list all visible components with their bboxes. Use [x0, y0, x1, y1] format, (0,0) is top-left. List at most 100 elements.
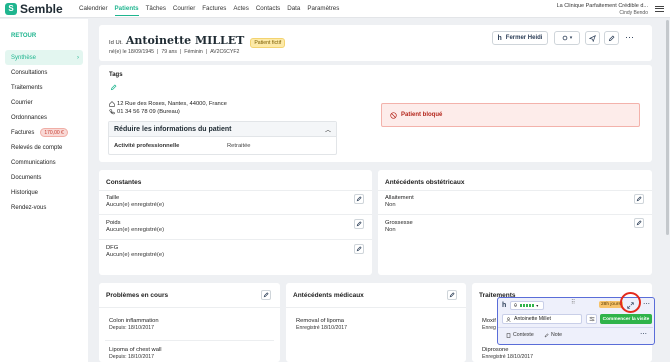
constante-row: Taille Aucun(e) enregistré(e) — [106, 195, 164, 208]
row-label: Moxif — [482, 318, 496, 324]
options-dropdown-button[interactable]: ▾ — [554, 31, 580, 45]
nav-factures[interactable]: Factures — [202, 2, 226, 15]
medical-title: Antécédents médicaux — [293, 292, 364, 299]
pencil-icon — [636, 220, 642, 226]
chevron-down-icon: ▾ — [569, 35, 573, 41]
microphone-icon — [514, 303, 518, 307]
edit-grossesse-button[interactable] — [634, 218, 644, 228]
back-link[interactable]: RETOUR — [11, 33, 36, 39]
obstetric-history-card: Antécédents obstétricaux Allaitement Non… — [378, 170, 652, 275]
nav-data[interactable]: Data — [287, 2, 300, 15]
row-label: DFG — [106, 245, 119, 251]
row-label: Lipoma of chest wall — [109, 347, 162, 353]
widget-tab-context[interactable]: Contexte — [506, 332, 534, 338]
edit-taille-button[interactable] — [354, 194, 364, 204]
more-options-icon[interactable]: ⋯ — [625, 32, 634, 43]
pencil-icon — [356, 196, 362, 202]
sidebar-item-ordonnances[interactable]: Ordonnances — [5, 110, 83, 125]
nav-courrier[interactable]: Courrier — [173, 2, 195, 15]
sidebar-item-consultations[interactable]: Consultations — [5, 65, 83, 80]
row-label: Poids — [106, 220, 121, 226]
page-scrollbar[interactable] — [666, 20, 669, 235]
nav-actes[interactable]: Actes — [233, 2, 248, 15]
nav-patients[interactable]: Patients — [114, 2, 139, 16]
start-visit-button[interactable]: Commencer la visite — [600, 314, 652, 324]
widget-settings-button[interactable] — [586, 314, 597, 324]
chevron-down-icon: ▾ — [536, 303, 539, 308]
row-label: Colon inflammation — [109, 318, 159, 324]
edit-patient-button[interactable] — [604, 31, 619, 45]
patient-phone: 01 34 56 78 09 (Bureau) — [117, 109, 180, 115]
tags-title: Tags — [109, 72, 123, 78]
heidi-icon: h — [497, 34, 502, 42]
occupation-value: Retraitée — [227, 143, 251, 149]
widget-tab-note[interactable]: Note — [544, 332, 562, 338]
sidebar-item-historique[interactable]: Historique — [5, 185, 83, 200]
widget-patient-field[interactable]: Antoinette Millet — [502, 314, 582, 324]
sidebar-item-label: Traitements — [11, 84, 43, 91]
nav-taches[interactable]: Tâches — [146, 2, 166, 15]
drag-handle-icon[interactable]: ⠿ — [571, 299, 575, 306]
row-value: Enregistré 18/10/2017 — [296, 325, 348, 331]
add-tag-icon[interactable] — [110, 84, 117, 93]
edit-problems-button[interactable] — [261, 290, 271, 300]
audio-level-meter — [520, 304, 535, 307]
sidebar-item-releves[interactable]: Relevés de compte — [5, 140, 83, 155]
sidebar-item-communications[interactable]: Communications — [5, 155, 83, 170]
send-icon — [589, 34, 596, 42]
send-button[interactable] — [585, 31, 600, 45]
edit-poids-button[interactable] — [354, 219, 364, 229]
sidebar-item-documents[interactable]: Documents — [5, 170, 83, 185]
start-visit-label: Commencer la visite — [602, 316, 650, 322]
nav-calendrier[interactable]: Calendrier — [79, 2, 108, 15]
note-label: Note — [551, 332, 562, 338]
nav-parametres[interactable]: Paramètres — [307, 2, 339, 15]
clinic-name: La Clinique Parfaitement Crédible d... — [556, 3, 648, 9]
close-heidi-button[interactable]: h Fermer Heidi — [492, 31, 548, 45]
obstetric-row: Grossesse Non — [385, 220, 413, 233]
chevron-up-icon[interactable]: ︿ — [325, 125, 331, 134]
context-label: Contexte — [513, 332, 534, 338]
row-value: Depuis: 18/10/2017 — [109, 325, 154, 331]
sidebar-item-label: Historique — [11, 189, 39, 196]
problems-title: Problèmes en cours — [106, 292, 169, 299]
row-value: Non — [385, 202, 396, 208]
current-problems-card: Problèmes en cours Colon inflammation De… — [99, 283, 280, 362]
sidebar-item-synthese[interactable]: Synthèse › — [5, 50, 83, 65]
collapse-header[interactable]: Réduire les informations du patient ︿ — [109, 122, 336, 137]
patient-birthdate: né(e) le 18/09/1945 — [109, 49, 154, 55]
settings-icon — [562, 35, 568, 41]
sidebar-item-label: Courrier — [11, 99, 33, 106]
sliders-icon — [589, 316, 594, 322]
edit-allaitement-button[interactable] — [634, 194, 644, 204]
row-value: Aucun(e) enregistré(e) — [106, 252, 164, 258]
patient-id-label: Id Ut. — [109, 40, 123, 46]
heidi-logo-icon: h — [502, 302, 507, 309]
patient-blocked-alert: Patient bloqué — [381, 103, 640, 127]
patient-address: 12 Rue des Roses, Nantes, 44000, France — [117, 101, 227, 107]
edit-dfg-button[interactable] — [354, 244, 364, 254]
patient-sex: Féminin — [184, 49, 203, 55]
sidebar-item-factures[interactable]: Factures 170,00 € — [5, 125, 83, 140]
widget-more-icon[interactable]: ⋯ — [643, 300, 650, 308]
hamburger-menu-icon[interactable] — [655, 4, 664, 13]
user-icon — [506, 316, 511, 322]
pencil-icon — [356, 246, 362, 252]
home-icon — [109, 101, 115, 107]
obstetric-title: Antécédents obstétricaux — [385, 179, 465, 186]
widget-bottom-more-icon[interactable]: ⋯ — [640, 330, 647, 338]
blocked-icon — [390, 111, 397, 119]
patient-age: 79 ans — [161, 49, 177, 55]
edit-medical-button[interactable] — [447, 290, 457, 300]
logo[interactable]: S Semble — [5, 2, 71, 16]
medical-row: Removal of lipoma Enregistré 18/10/2017 — [296, 318, 347, 331]
sidebar-item-label: Documents — [11, 174, 42, 181]
sidebar-item-rendez-vous[interactable]: Rendez-vous — [5, 200, 83, 215]
row-value: Aucun(e) enregistré(e) — [106, 202, 164, 208]
sidebar-item-traitements[interactable]: Traitements — [5, 80, 83, 95]
sidebar-item-courrier[interactable]: Courrier — [5, 95, 83, 110]
treatment-row: Diprosone Enregistré 18/10/2017 — [482, 347, 533, 360]
microphone-select[interactable]: ▾ — [510, 301, 545, 310]
nav-contacts[interactable]: Contacts — [256, 2, 280, 15]
clinic-switcher[interactable]: La Clinique Parfaitement Crédible d... C… — [557, 3, 648, 17]
